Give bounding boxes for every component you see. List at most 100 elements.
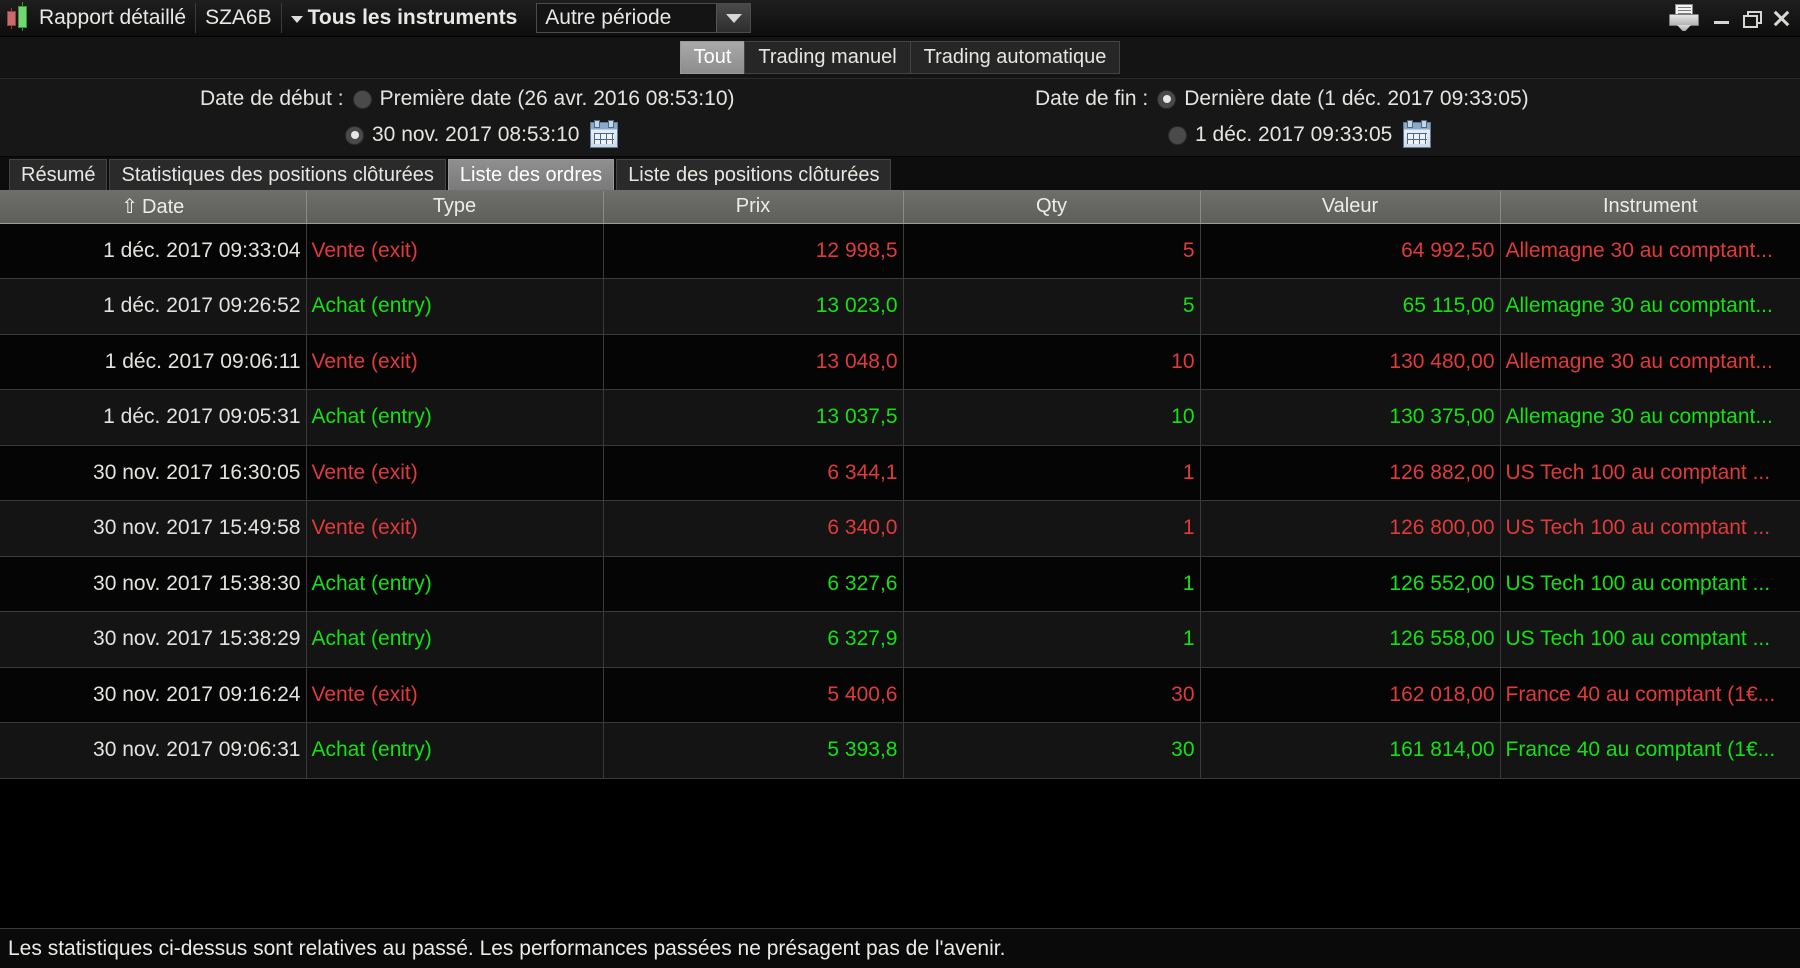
table-row[interactable]: 30 nov. 2017 15:38:29 Achat (entry) 6 327,… (0, 611, 1800, 668)
table-row[interactable]: 30 nov. 2017 09:06:31 Achat (entry) 5 393,… (0, 722, 1800, 779)
cell-type: Achat (entry) (306, 611, 604, 668)
column-header-prix[interactable]: Prix (603, 191, 904, 224)
calendar-icon[interactable] (590, 120, 619, 148)
radio-end-last-date[interactable] (1157, 89, 1177, 109)
table-row[interactable]: 1 déc. 2017 09:05:31 Achat (entry) 13 037,… (0, 389, 1800, 446)
table-header-row: ⇧ Date Type Prix Qty Valeur Instrument (0, 191, 1800, 224)
cell-date: 30 nov. 2017 09:16:24 (0, 667, 307, 723)
radio-start-custom-date[interactable] (345, 125, 364, 145)
cell-instrument: Allemagne 30 au comptant... (1500, 278, 1800, 335)
cell-type: Achat (entry) (306, 389, 604, 446)
cell-valeur: 126 882,00 (1200, 445, 1501, 501)
cell-prix: 13 023,0 (603, 278, 904, 335)
tab-statistiques-positions-cloturees[interactable]: Statistiques des positions clôturées (109, 159, 446, 190)
end-last-date-text: Dernière date (1 déc. 2017 09:33:05) (1184, 87, 1529, 110)
cell-prix: 6 344,1 (603, 445, 904, 501)
tab-tout[interactable]: Tout (679, 41, 745, 74)
tab-liste-des-ordres[interactable]: Liste des ordres (447, 159, 615, 190)
cell-date: 1 déc. 2017 09:26:52 (0, 278, 307, 335)
column-header-valeur[interactable]: Valeur (1200, 191, 1501, 224)
end-date-group: Date de fin : Dernière date (1 déc. 2017… (1035, 81, 1529, 153)
cell-prix: 5 400,6 (603, 667, 904, 723)
tab-trading-manuel[interactable]: Trading manuel (744, 41, 910, 74)
cell-type: Achat (entry) (306, 556, 604, 612)
column-header-qty[interactable]: Qty (903, 191, 1201, 224)
cell-qty: 1 (903, 556, 1201, 612)
cell-date: 30 nov. 2017 09:06:31 (0, 722, 307, 779)
chevron-down-icon[interactable] (716, 4, 751, 32)
period-select-value: Autre période (545, 6, 672, 29)
table-row[interactable]: 1 déc. 2017 09:06:11 Vente (exit) 13 048,0… (0, 334, 1800, 390)
disclaimer-bar: Les statistiques ci-dessus sont relative… (0, 928, 1800, 968)
cell-prix: 6 327,6 (603, 556, 904, 612)
cell-prix: 6 327,9 (603, 611, 904, 668)
start-first-date-row[interactable]: Date de début : Première date (26 avr. 2… (200, 81, 735, 117)
column-header-instrument[interactable]: Instrument (1500, 191, 1800, 224)
minimize-icon[interactable] (1708, 5, 1734, 31)
chevron-down-icon (290, 15, 303, 23)
tab-resume[interactable]: Résumé (9, 159, 108, 190)
tab-liste-positions-cloturees[interactable]: Liste des positions clôturées (616, 159, 892, 190)
mode-tab-bar: Tout Trading manuel Trading automatique (0, 37, 1800, 79)
start-custom-date-row[interactable]: 30 nov. 2017 08:53:10 (200, 117, 735, 153)
table-row[interactable]: 1 déc. 2017 09:26:52 Achat (entry) 13 023,… (0, 278, 1800, 335)
start-date-label: Date de début : (200, 87, 344, 110)
cell-valeur: 161 814,00 (1200, 722, 1501, 779)
cell-type: Vente (exit) (306, 334, 604, 390)
printer-icon[interactable] (1664, 3, 1704, 33)
cell-date: 1 déc. 2017 09:06:11 (0, 334, 307, 390)
table-row[interactable]: 1 déc. 2017 09:33:04 Vente (exit) 12 998,5… (0, 223, 1800, 279)
end-custom-date-row[interactable]: 1 déc. 2017 09:33:05 (1035, 117, 1529, 153)
column-header-type[interactable]: Type (306, 191, 604, 224)
end-date-label: Date de fin : (1035, 87, 1149, 110)
cell-valeur: 126 558,00 (1200, 611, 1501, 668)
radio-end-custom-date[interactable] (1168, 125, 1187, 145)
start-first-date-text: Première date (26 avr. 2016 08:53:10) (379, 87, 735, 110)
cell-instrument: US Tech 100 au comptant ... (1500, 556, 1800, 612)
end-last-date-row[interactable]: Date de fin : Dernière date (1 déc. 2017… (1035, 81, 1529, 117)
cell-date: 1 déc. 2017 09:05:31 (0, 389, 307, 446)
start-custom-date-value: 30 nov. 2017 08:53:10 (372, 123, 580, 146)
cell-qty: 1 (903, 500, 1201, 557)
calendar-icon[interactable] (1403, 120, 1432, 148)
cell-date: 30 nov. 2017 16:30:05 (0, 445, 307, 501)
period-select[interactable]: Autre période (536, 3, 752, 33)
column-header-date[interactable]: ⇧ Date (0, 191, 307, 224)
orders-table-body: 1 déc. 2017 09:33:04 Vente (exit) 12 998,5… (0, 223, 1800, 779)
cell-instrument: Allemagne 30 au comptant... (1500, 334, 1800, 390)
instrument-filter-menu[interactable]: Tous les instruments (282, 0, 527, 36)
end-custom-date-value: 1 déc. 2017 09:33:05 (1195, 123, 1393, 146)
cell-date: 1 déc. 2017 09:33:04 (0, 223, 307, 279)
radio-start-first-date[interactable] (352, 89, 372, 109)
cell-qty: 5 (903, 278, 1201, 335)
cell-qty: 10 (903, 334, 1201, 390)
cell-instrument: Allemagne 30 au comptant... (1500, 223, 1800, 279)
cell-valeur: 126 552,00 (1200, 556, 1501, 612)
table-row[interactable]: 30 nov. 2017 15:38:30 Achat (entry) 6 327,… (0, 556, 1800, 612)
cell-prix: 12 998,5 (603, 223, 904, 279)
orders-table: ⇧ Date Type Prix Qty Valeur Instrument 1 … (0, 191, 1800, 779)
cell-type: Achat (entry) (306, 278, 604, 335)
cell-qty: 10 (903, 389, 1201, 446)
instrument-filter-label: Tous les instruments (307, 6, 518, 29)
tab-trading-automatique[interactable]: Trading automatique (909, 41, 1121, 74)
cell-valeur: 64 992,50 (1200, 223, 1501, 279)
restore-icon[interactable] (1738, 5, 1764, 31)
sort-ascending-icon: ⇧ (121, 196, 138, 219)
table-row[interactable]: 30 nov. 2017 15:49:58 Vente (exit) 6 340,0… (0, 500, 1800, 557)
cell-type: Vente (exit) (306, 445, 604, 501)
cell-type: Vente (exit) (306, 667, 604, 723)
cell-date: 30 nov. 2017 15:38:30 (0, 556, 307, 612)
cell-valeur: 126 800,00 (1200, 500, 1501, 557)
cell-qty: 1 (903, 445, 1201, 501)
close-icon[interactable] (1768, 5, 1794, 31)
cell-qty: 30 (903, 722, 1201, 779)
table-row[interactable]: 30 nov. 2017 09:16:24 Vente (exit) 5 400,6… (0, 667, 1800, 723)
cell-prix: 13 037,5 (603, 389, 904, 446)
table-row[interactable]: 30 nov. 2017 16:30:05 Vente (exit) 6 344,1… (0, 445, 1800, 501)
cell-instrument: France 40 au comptant (1€... (1500, 667, 1800, 723)
cell-qty: 1 (903, 611, 1201, 668)
window-controls (1664, 0, 1800, 36)
cell-valeur: 130 375,00 (1200, 389, 1501, 446)
cell-instrument: France 40 au comptant (1€... (1500, 722, 1800, 779)
